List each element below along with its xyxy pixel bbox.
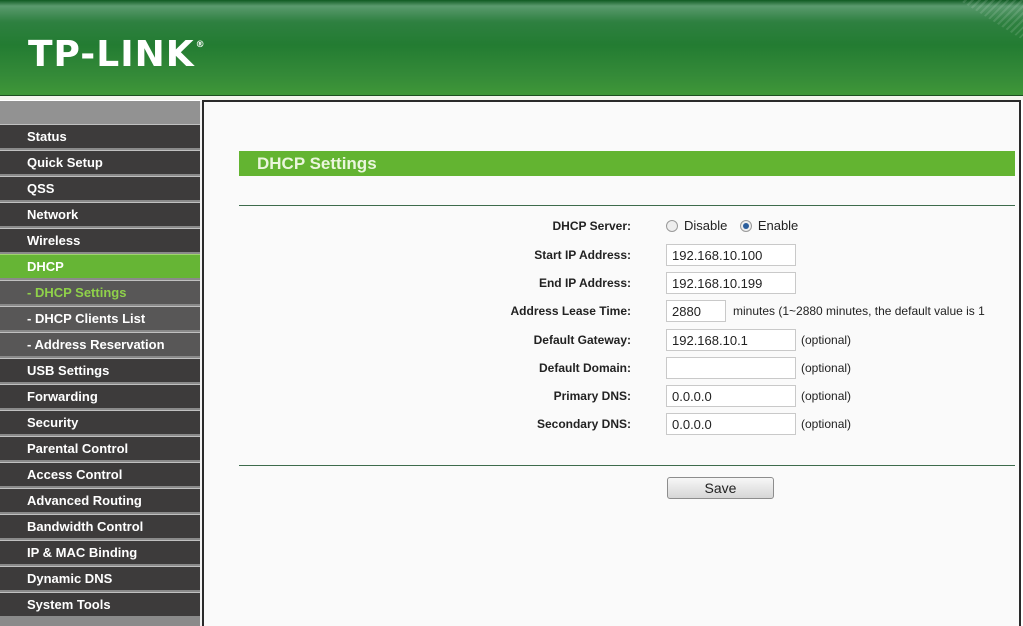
domain-label: Default Domain: xyxy=(538,361,631,375)
primary-dns-label: Primary DNS: xyxy=(553,389,631,403)
sidebar-item-access-control[interactable]: Access Control xyxy=(0,462,200,486)
secondary-dns-label: Secondary DNS: xyxy=(536,417,631,431)
secondary-dns-optional-note: (optional) xyxy=(801,417,852,431)
dhcp-server-row: DHCP Server: Disable Enable xyxy=(204,214,1019,238)
end-ip-input[interactable] xyxy=(666,272,796,294)
sidebar-item-forwarding[interactable]: Forwarding xyxy=(0,384,200,408)
disable-radio[interactable] xyxy=(666,220,678,232)
sidebar-item-parental-control[interactable]: Parental Control xyxy=(0,436,200,460)
sidebar-nav: Status Quick Setup QSS Network Wireless … xyxy=(0,101,203,626)
primary-dns-input[interactable] xyxy=(666,385,796,407)
save-button[interactable]: Save xyxy=(667,477,774,499)
page-title: DHCP Settings xyxy=(239,151,1015,176)
disable-radio-label[interactable]: Disable xyxy=(684,218,727,233)
domain-optional-note: (optional) xyxy=(801,361,852,375)
sidebar-item-security[interactable]: Security xyxy=(0,410,200,434)
end-ip-label: End IP Address: xyxy=(538,276,631,290)
end-ip-row: End IP Address: xyxy=(204,271,1019,295)
domain-row: Default Domain: (optional) xyxy=(204,356,1019,380)
sidebar-item-bandwidth-control[interactable]: Bandwidth Control xyxy=(0,514,200,538)
gateway-label: Default Gateway: xyxy=(533,333,631,347)
frame-border-right xyxy=(1019,100,1021,626)
sidebar-item-dynamic-dns[interactable]: Dynamic DNS xyxy=(0,566,200,590)
domain-input[interactable] xyxy=(666,357,796,379)
divider-bottom xyxy=(239,465,1015,466)
logo-text: TP-LINK xyxy=(28,34,195,75)
sidebar-item-system-tools[interactable]: System Tools xyxy=(0,592,200,616)
lease-time-label: Address Lease Time: xyxy=(510,304,632,318)
primary-dns-row: Primary DNS: (optional) xyxy=(204,384,1019,408)
sidebar-top-gap xyxy=(0,101,200,124)
gateway-input[interactable] xyxy=(666,329,796,351)
sidebar-subitem-dhcp-clients-list[interactable]: - DHCP Clients List xyxy=(0,306,200,330)
lease-time-row: Address Lease Time: minutes (1~2880 minu… xyxy=(204,299,1019,323)
start-ip-row: Start IP Address: xyxy=(204,243,1019,267)
start-ip-input[interactable] xyxy=(666,244,796,266)
sidebar-item-advanced-routing[interactable]: Advanced Routing xyxy=(0,488,200,512)
sidebar-subitem-dhcp-settings[interactable]: - DHCP Settings xyxy=(0,280,200,304)
sidebar-item-network[interactable]: Network xyxy=(0,202,200,226)
sidebar-item-quick-setup[interactable]: Quick Setup xyxy=(0,150,200,174)
dhcp-server-radio-group: Disable Enable xyxy=(666,214,806,238)
primary-dns-optional-note: (optional) xyxy=(801,389,852,403)
sidebar-item-usb-settings[interactable]: USB Settings xyxy=(0,358,200,382)
secondary-dns-row: Secondary DNS: (optional) xyxy=(204,412,1019,436)
sidebar-item-dhcp[interactable]: DHCP xyxy=(0,254,200,278)
sidebar-subitem-address-reservation[interactable]: - Address Reservation xyxy=(0,332,200,356)
enable-radio[interactable] xyxy=(739,220,752,232)
start-ip-label: Start IP Address: xyxy=(534,248,631,262)
header-banner: TP-LINK® xyxy=(0,0,1023,96)
secondary-dns-input[interactable] xyxy=(666,413,796,435)
tp-link-logo: TP-LINK® xyxy=(28,34,205,75)
divider-top xyxy=(239,205,1015,206)
decorative-stripes xyxy=(959,0,1023,40)
sidebar-item-wireless[interactable]: Wireless xyxy=(0,228,200,252)
dhcp-server-label: DHCP Server: xyxy=(552,219,631,233)
sidebar-item-qss[interactable]: QSS xyxy=(0,176,200,200)
sidebar-item-ip-mac-binding[interactable]: IP & MAC Binding xyxy=(0,540,200,564)
enable-radio-label[interactable]: Enable xyxy=(758,218,798,233)
lease-time-note: minutes (1~2880 minutes, the default val… xyxy=(733,304,985,318)
gateway-row: Default Gateway: (optional) xyxy=(204,328,1019,352)
gateway-optional-note: (optional) xyxy=(801,333,852,347)
content-panel: DHCP Settings DHCP Server: Disable Enabl… xyxy=(204,102,1019,626)
sidebar-item-status[interactable]: Status xyxy=(0,124,200,148)
lease-time-input[interactable] xyxy=(666,300,726,322)
registered-mark: ® xyxy=(195,40,206,50)
